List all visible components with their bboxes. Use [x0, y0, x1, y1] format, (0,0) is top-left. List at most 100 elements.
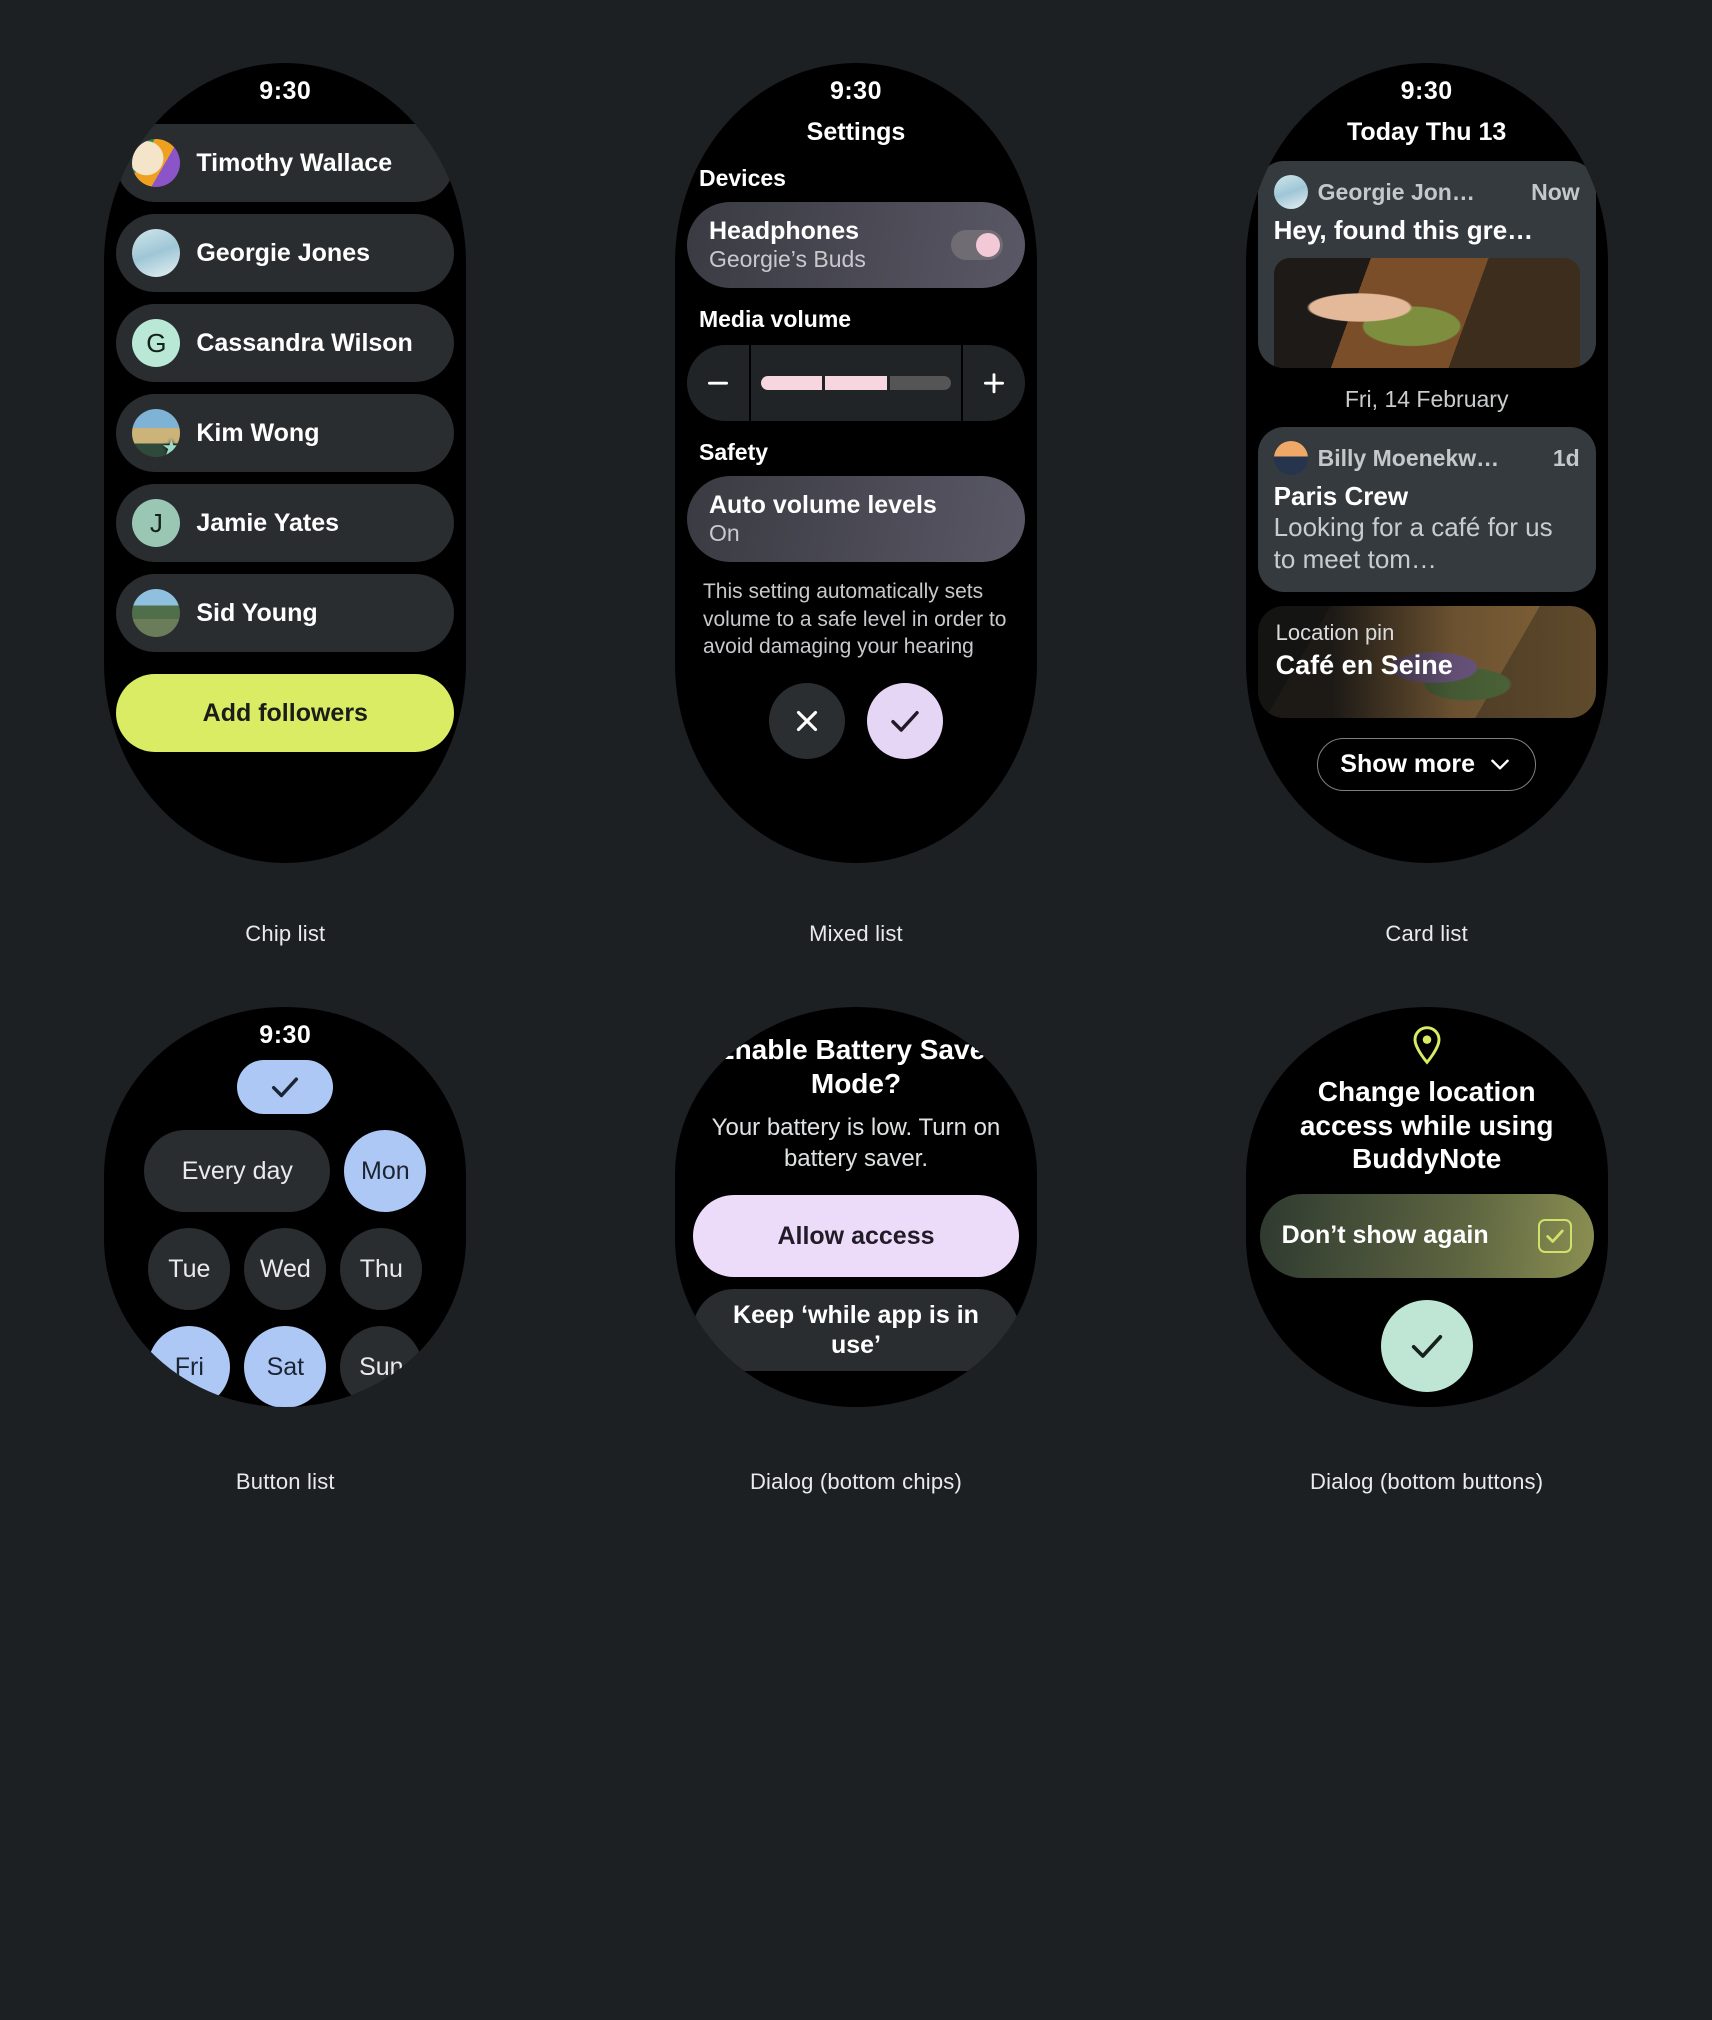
volume-decrease-button[interactable] — [686, 345, 749, 421]
dont-show-again-row[interactable]: Don’t show again — [1259, 1193, 1594, 1278]
check-icon[interactable] — [866, 683, 943, 760]
day-button-mon[interactable]: Mon — [344, 1130, 427, 1212]
card-header: Georgie Jon… Now — [1273, 175, 1580, 209]
chevron-down-icon — [1487, 751, 1513, 777]
list-item[interactable]: ★ Kim Wong — [116, 394, 455, 472]
show-more-label: Show more — [1340, 749, 1476, 778]
caption: Dialog (bottom buttons) — [1310, 1469, 1544, 1494]
watch-grid: 9:30 Timothy Wallace Georgie Jones G Cas… — [0, 0, 1712, 2020]
day-button-every-day[interactable]: Every day — [144, 1130, 331, 1212]
cell-dialog-buttons: Change location access while using Buddy… — [1141, 965, 1712, 2020]
section-header-safety: Safety — [698, 439, 769, 465]
volume-stepper — [686, 345, 1025, 421]
section-header-devices: Devices — [698, 165, 786, 191]
caption: Chip list — [245, 921, 326, 946]
volume-track[interactable] — [750, 345, 961, 421]
list-item[interactable]: Timothy Wallace — [116, 124, 455, 202]
list-item-label: Cassandra Wilson — [196, 328, 413, 357]
checkbox-icon[interactable] — [1537, 1218, 1572, 1253]
day-separator: Fri, 14 February — [1344, 386, 1509, 413]
volume-increase-button[interactable] — [962, 345, 1025, 421]
headphones-toggle[interactable] — [950, 230, 1003, 260]
day-button-thu[interactable]: Thu — [340, 1228, 423, 1310]
confirm-button[interactable] — [1380, 1299, 1473, 1392]
auto-volume-row[interactable]: Auto volume levels On — [686, 476, 1025, 562]
card-message: Hey, found this gre… — [1273, 215, 1534, 245]
headphones-title: Headphones — [708, 216, 860, 245]
dialog-actions: Allow access Keep ‘while app is in use’ — [675, 1194, 1037, 1371]
status-time: 9:30 — [259, 77, 312, 105]
volume-segment — [760, 376, 823, 390]
location-card-name: Café en Seine — [1275, 649, 1453, 680]
watch-mixed-list: 9:30 Settings Devices Headphones Georgie… — [674, 63, 1037, 863]
chip-list: Timothy Wallace Georgie Jones G Cassandr… — [104, 124, 466, 652]
location-pin-icon — [1246, 1007, 1608, 1065]
day-row: Tue Wed Thu — [104, 1228, 466, 1310]
caption: Mixed list — [809, 921, 903, 946]
check-icon[interactable] — [237, 1060, 334, 1114]
status-time: 9:30 — [829, 77, 882, 105]
avatar: G — [132, 319, 181, 367]
watch-card-list: 9:30 Today Thu 13 Georgie Jon… Now Hey, … — [1245, 63, 1608, 863]
avatar: ★ — [132, 409, 181, 458]
location-card-label: Location pin — [1275, 619, 1395, 645]
show-more-button[interactable]: Show more — [1317, 737, 1537, 791]
card-message: Looking for a café for us to meet tom… — [1273, 512, 1553, 575]
cell-dialog-chips: Enable Battery Saver Mode? Your battery … — [571, 965, 1142, 2020]
list-item[interactable]: G Cassandra Wilson — [116, 304, 455, 382]
card-title: Paris Crew — [1273, 481, 1409, 512]
screenshot-root: 9:30 Timothy Wallace Georgie Jones G Cas… — [0, 0, 1712, 2020]
watch-dialog-chips: Enable Battery Saver Mode? Your battery … — [674, 1007, 1037, 1407]
notification-card[interactable]: Georgie Jon… Now Hey, found this gre… — [1257, 161, 1596, 369]
list-item-label: Georgie Jones — [196, 238, 370, 267]
cell-button-list: 9:30 Every day Mon Tue Wed Thu Fri Sat S… — [0, 965, 571, 2020]
list-item[interactable]: J Jamie Yates — [116, 484, 455, 562]
day-button-wed[interactable]: Wed — [244, 1228, 327, 1310]
auto-volume-value: On — [708, 519, 740, 546]
list-item-label: Timothy Wallace — [196, 148, 393, 177]
watch-dialog-buttons: Change location access while using Buddy… — [1245, 1007, 1608, 1407]
add-followers-button[interactable]: Add followers — [116, 674, 455, 752]
avatar — [1273, 441, 1308, 476]
watch-button-list: 9:30 Every day Mon Tue Wed Thu Fri Sat S… — [104, 1007, 467, 1407]
list-item-label: Kim Wong — [196, 418, 320, 447]
dialog-body: Your battery is low. Turn on battery sav… — [711, 1114, 1001, 1173]
dialog-title: Enable Battery Saver Mode? — [715, 1034, 997, 1099]
allow-access-button[interactable]: Allow access — [692, 1194, 1019, 1277]
day-button-tue[interactable]: Tue — [148, 1228, 231, 1310]
list-item-label: Sid Young — [196, 598, 318, 627]
notification-card[interactable]: Billy Moenekw… 1d Paris Crew Looking for… — [1257, 427, 1596, 592]
avatar — [132, 589, 181, 637]
day-button-sun[interactable]: Sun — [340, 1326, 423, 1407]
list-item[interactable]: Sid Young — [116, 574, 455, 652]
star-icon: ★ — [161, 435, 181, 458]
location-card[interactable]: Location pin Café en Seine — [1258, 606, 1596, 718]
cell-chip-list: 9:30 Timothy Wallace Georgie Jones G Cas… — [0, 0, 571, 965]
close-icon[interactable] — [768, 683, 845, 760]
card-time: Now — [1531, 178, 1580, 205]
volume-segment — [825, 376, 887, 390]
dont-show-again-label: Don’t show again — [1281, 1221, 1489, 1250]
day-button-sat[interactable]: Sat — [244, 1326, 327, 1407]
list-item[interactable]: Georgie Jones — [116, 214, 455, 292]
cell-mixed-list: 9:30 Settings Devices Headphones Georgie… — [571, 0, 1142, 965]
card-list: Georgie Jon… Now Hey, found this gre… Fr… — [1246, 161, 1608, 791]
caption: Card list — [1385, 921, 1468, 946]
headphones-subtitle: Georgie’s Buds — [708, 245, 866, 272]
card-header: Billy Moenekw… 1d — [1273, 441, 1580, 476]
day-button-fri[interactable]: Fri — [148, 1326, 231, 1407]
headphones-row[interactable]: Headphones Georgie’s Buds — [686, 202, 1025, 288]
avatar — [132, 139, 181, 187]
avatar-initial: G — [146, 327, 167, 358]
keep-while-in-use-button[interactable]: Keep ‘while app is in use’ — [692, 1288, 1019, 1371]
section-header-media-volume: Media volume — [698, 306, 852, 332]
avatar — [1273, 175, 1308, 209]
auto-volume-title: Auto volume levels — [708, 490, 937, 519]
avatar — [132, 229, 181, 277]
avatar-initial: J — [149, 507, 163, 538]
volume-segment — [889, 376, 951, 390]
page-title: Today Thu 13 — [1347, 118, 1507, 146]
caption: Dialog (bottom chips) — [749, 1469, 963, 1494]
list-item-label: Jamie Yates — [196, 508, 340, 537]
card-time: 1d — [1552, 444, 1580, 471]
